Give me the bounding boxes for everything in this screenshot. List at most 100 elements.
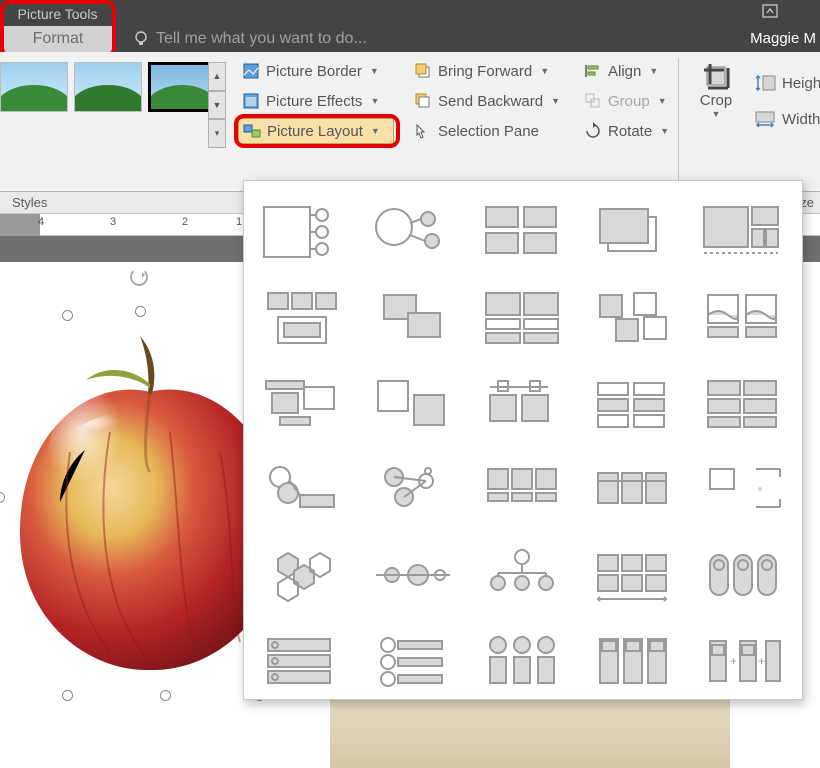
layout-option[interactable] [690,277,796,359]
layout-option[interactable] [690,191,796,273]
layout-option[interactable] [250,621,356,703]
gallery-more-icon[interactable]: ▾ [208,119,226,148]
layout-option[interactable] [690,449,796,531]
tab-format[interactable]: Format [3,26,113,52]
layout-option[interactable] [250,363,356,445]
selection-handle[interactable] [135,306,146,317]
gallery-row-down-icon[interactable]: ▼ [208,91,226,120]
crop-icon [700,60,732,92]
width-field[interactable]: Width [754,106,820,132]
selection-pane-button[interactable]: Selection Pane [410,118,543,144]
height-field[interactable]: Heigh [754,70,820,96]
send-backward-icon [414,92,432,110]
picture-layout-gallery[interactable]: ++ [243,180,803,700]
layout-option[interactable] [360,449,466,531]
bring-forward-menu[interactable]: Bring Forward ▼ [410,58,553,84]
layout-option[interactable] [360,363,466,445]
layout-option[interactable] [360,621,466,703]
rotate-menu[interactable]: Rotate ▼ [580,118,673,144]
picture-effects-menu[interactable]: Picture Effects ▼ [238,88,383,114]
layout-option[interactable] [580,449,686,531]
picture-styles-gallery[interactable] [0,62,224,152]
ruler-margin-region [0,214,40,236]
lightbulb-icon [132,30,150,48]
layout-option[interactable] [470,277,576,359]
layout-option[interactable] [470,363,576,445]
rotate-icon [584,122,602,140]
ribbon-display-options-icon[interactable] [762,4,778,18]
app-root: Picture Tools Format Tell me what you wa… [0,0,820,768]
dropdown-caret-icon: ▼ [649,66,658,76]
group-icon [584,92,602,110]
picture-layout-label: Picture Layout [267,123,363,140]
layout-option[interactable] [470,449,576,531]
group-menu: Group ▼ [580,88,671,114]
layout-option[interactable] [690,363,796,445]
picture-border-menu[interactable]: Picture Border ▼ [238,58,383,84]
group-label-styles: Styles [12,195,47,210]
selection-pane-label: Selection Pane [438,123,539,140]
dropdown-caret-icon: ▼ [370,96,379,106]
ruler-mark: 4 [38,216,44,228]
layout-option[interactable] [360,191,466,273]
layout-option[interactable] [690,535,796,617]
picture-effects-icon [242,92,260,110]
layout-option[interactable] [250,449,356,531]
picture-style-option[interactable] [0,62,68,112]
dropdown-caret-icon: ▼ [551,96,560,106]
crop-button[interactable]: Crop ▼ [686,58,746,144]
width-label: Width [782,111,820,128]
selection-handle[interactable] [160,690,171,701]
layout-option[interactable] [470,191,576,273]
dropdown-caret-icon: ▼ [371,126,380,136]
picture-layout-grid: ++ [250,191,796,703]
height-label: Heigh [782,75,820,92]
layout-option[interactable] [250,535,356,617]
selection-pane-icon [414,122,432,140]
selection-handle[interactable] [62,690,73,701]
dropdown-caret-icon: ▼ [658,96,667,106]
layout-option[interactable] [580,535,686,617]
picture-layout-menu[interactable]: Picture Layout ▼ [238,118,394,144]
layout-option[interactable] [360,277,466,359]
picture-style-option[interactable] [148,62,216,112]
layout-option[interactable] [580,277,686,359]
tell-me-search[interactable]: Tell me what you want to do... [156,30,367,48]
gallery-spinner[interactable]: ▲ ▼ ▾ [208,62,226,148]
layout-option[interactable] [470,535,576,617]
align-label: Align [608,63,641,80]
layout-option[interactable] [580,621,686,703]
layout-option[interactable]: ++ [690,621,796,703]
layout-option[interactable] [580,363,686,445]
layout-option[interactable] [360,535,466,617]
dropdown-caret-icon: ▼ [370,66,379,76]
ribbon-separator [678,58,679,185]
dropdown-caret-icon: ▼ [660,126,669,136]
layout-option[interactable] [250,191,356,273]
ribbon-format: ▲ ▼ ▾ Picture Border ▼ Picture Effects ▼… [0,52,820,192]
dropdown-caret-icon: ▼ [686,109,746,119]
account-name[interactable]: Maggie M [750,30,816,47]
layout-option[interactable] [470,621,576,703]
align-icon [584,62,602,80]
selection-handle[interactable] [62,310,73,321]
send-backward-label: Send Backward [438,93,543,110]
align-menu[interactable]: Align ▼ [580,58,662,84]
width-icon [754,110,776,128]
gallery-row-up-icon[interactable]: ▲ [208,62,226,91]
group-label: Group [608,93,650,110]
rotate-handle-icon[interactable] [130,268,148,286]
ruler-mark: 1 [236,216,242,228]
layout-option[interactable] [250,277,356,359]
send-backward-menu[interactable]: Send Backward ▼ [410,88,564,114]
picture-border-icon [242,62,260,80]
layout-option[interactable] [580,191,686,273]
picture-style-option[interactable] [74,62,142,112]
rotate-label: Rotate [608,123,652,140]
height-icon [754,74,776,92]
picture-layout-icon [243,122,261,140]
inserted-picture-secondary[interactable] [330,692,730,768]
bring-forward-icon [414,62,432,80]
svg-text:+: + [758,654,765,668]
title-bar: Picture Tools Format Tell me what you wa… [0,0,820,52]
